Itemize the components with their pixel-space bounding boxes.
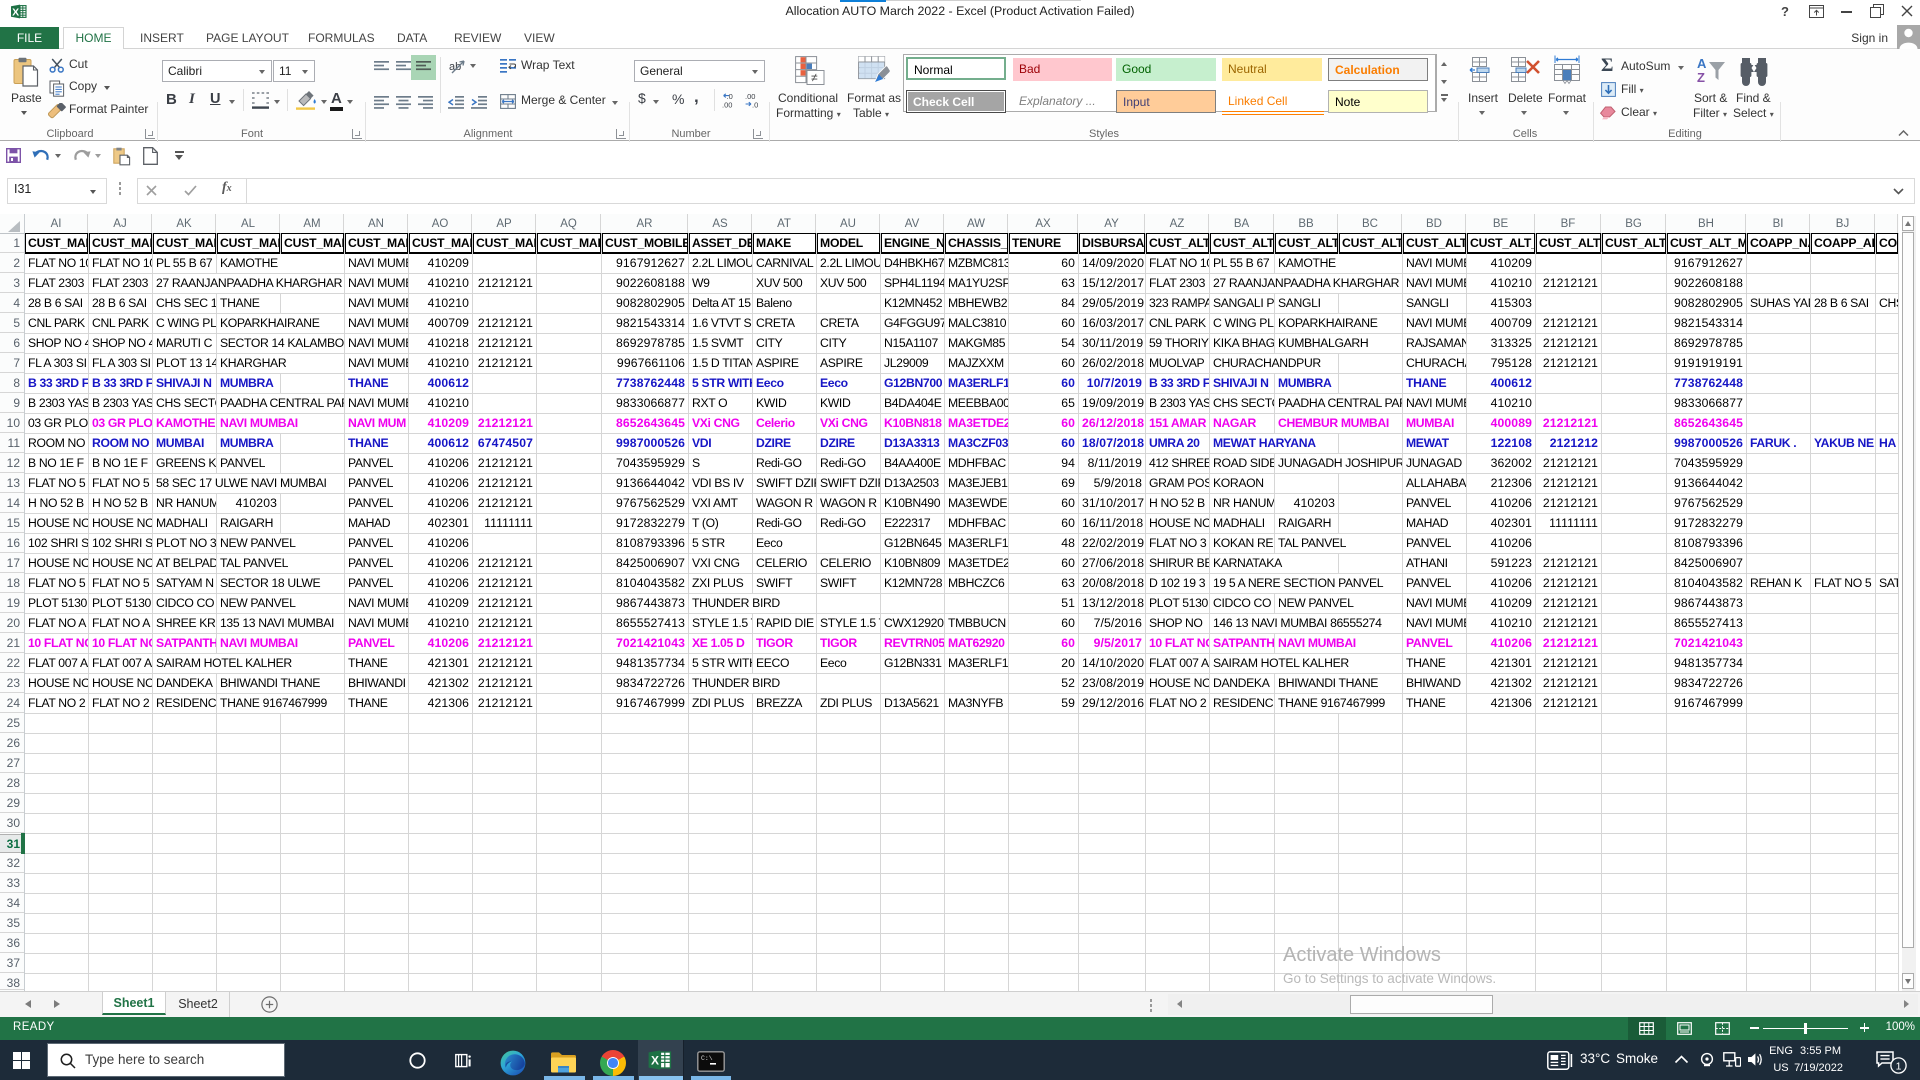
svg-text:≠: ≠ <box>811 71 818 85</box>
svg-text:1: 1 <box>1896 1060 1902 1072</box>
svg-text:ab: ab <box>449 61 461 73</box>
svg-text:A: A <box>1697 56 1707 71</box>
svg-text:.00: .00 <box>722 100 732 108</box>
svg-text:Z: Z <box>1697 70 1705 85</box>
svg-text:C:\: C:\ <box>701 1055 713 1062</box>
svg-text:.0: .0 <box>752 100 758 108</box>
svg-text:X: X <box>651 1054 659 1068</box>
